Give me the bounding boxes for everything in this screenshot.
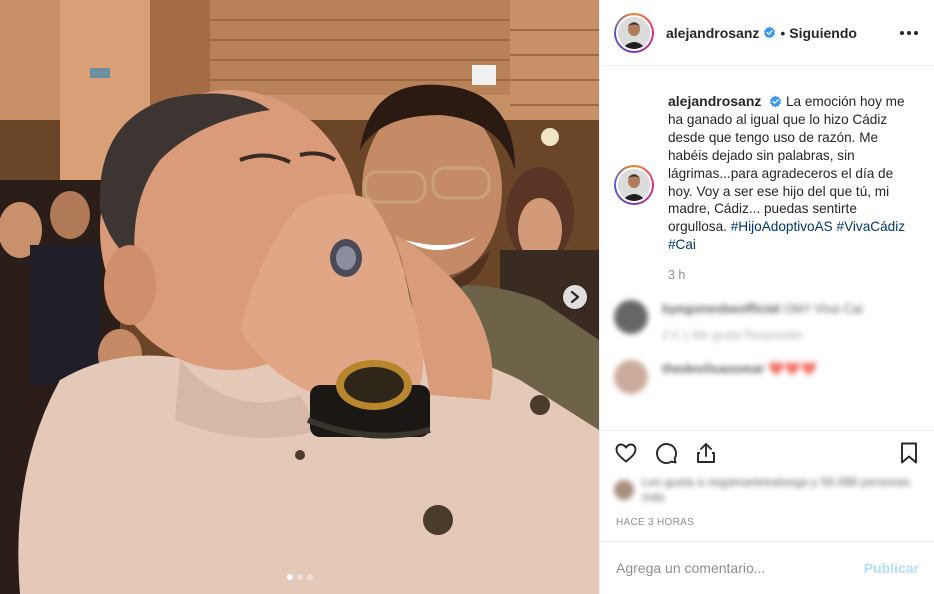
photo-scene xyxy=(0,0,599,594)
caption-text-block: alejandrosanz La emoción hoy me ha ganad… xyxy=(668,93,908,254)
verified-badge-icon xyxy=(764,26,776,39)
post-header: alejandrosanz • Siguiendo xyxy=(600,0,934,66)
add-comment-bar: Publicar xyxy=(600,541,934,594)
post-date: HACE 3 HORAS xyxy=(616,517,695,528)
share-button[interactable] xyxy=(694,441,718,465)
hashtag-link[interactable]: #VivaCádiz xyxy=(837,219,906,234)
author-avatar[interactable] xyxy=(614,12,654,53)
commenter-username[interactable]: thedevilsaosmar xyxy=(662,361,765,376)
like-button[interactable] xyxy=(614,441,638,465)
hashtag-link[interactable]: #HijoAdoptivoAS xyxy=(731,219,833,234)
comment-body: Olé!! Viva Cai xyxy=(783,301,863,317)
save-button[interactable] xyxy=(897,441,921,465)
comment-meta: 2 h 1 Me gusta Responder xyxy=(662,328,804,343)
carousel-dot xyxy=(306,574,313,580)
next-slide-button[interactable] xyxy=(563,285,587,309)
post-details-panel: alejandrosanz • Siguiendo alejandrosanz … xyxy=(599,0,934,594)
carousel-dot xyxy=(296,574,303,580)
comment-item: thedevilsaosmar ❤️❤️❤️ xyxy=(614,360,919,395)
comment-text: thedevilsaosmar ❤️❤️❤️ xyxy=(662,360,817,378)
caption-body: La emoción hoy me ha ganado al igual que… xyxy=(668,94,905,235)
comment-input[interactable] xyxy=(616,560,864,576)
likes-summary[interactable]: Les gusta a vegamartelvalvega y 56.088 p… xyxy=(614,475,912,505)
chevron-right-icon xyxy=(570,291,580,303)
comments-list[interactable]: alejandrosanz La emoción hoy me ha ganad… xyxy=(600,67,934,430)
caption-author-username[interactable]: alejandrosanz xyxy=(668,93,761,109)
comment-button[interactable] xyxy=(654,441,678,465)
action-bar xyxy=(600,430,934,475)
header-separator: • xyxy=(780,24,786,41)
following-button[interactable]: Siguiendo xyxy=(789,25,857,41)
commenter-avatar[interactable] xyxy=(614,360,648,395)
heart-icon xyxy=(615,443,637,463)
carousel-dot xyxy=(286,574,293,580)
caption-author-avatar[interactable] xyxy=(614,165,654,205)
share-icon xyxy=(697,443,715,463)
comment-text: byegonesbeofficial Olé!! Viva Cai xyxy=(662,300,863,318)
likes-text: Les gusta a vegamartelvalvega y 56.088 p… xyxy=(642,475,911,504)
hashtag-link[interactable]: #Cai xyxy=(668,237,696,252)
avatar-image xyxy=(618,169,650,201)
bookmark-icon xyxy=(901,442,917,464)
post-caption: alejandrosanz La emoción hoy me ha ganad… xyxy=(614,93,919,254)
instagram-post: alejandrosanz • Siguiendo alejandrosanz … xyxy=(0,0,934,594)
commenter-username[interactable]: byegonesbeofficial xyxy=(662,301,780,316)
comment-item: byegonesbeofficial Olé!! Viva Cai 2 h 1 … xyxy=(614,300,919,342)
comment-icon xyxy=(656,443,677,464)
author-username[interactable]: alejandrosanz xyxy=(666,25,759,41)
post-photo[interactable] xyxy=(0,0,599,594)
caption-timestamp: 3 h xyxy=(668,268,686,283)
avatar-image xyxy=(618,16,650,49)
publish-button[interactable]: Publicar xyxy=(864,560,919,576)
more-options-icon[interactable] xyxy=(900,30,918,35)
commenter-avatar[interactable] xyxy=(614,300,648,335)
comment-body: ❤️❤️❤️ xyxy=(768,361,817,377)
verified-badge-icon xyxy=(770,95,782,108)
carousel-indicator xyxy=(0,574,599,580)
liker-avatar xyxy=(614,480,634,500)
